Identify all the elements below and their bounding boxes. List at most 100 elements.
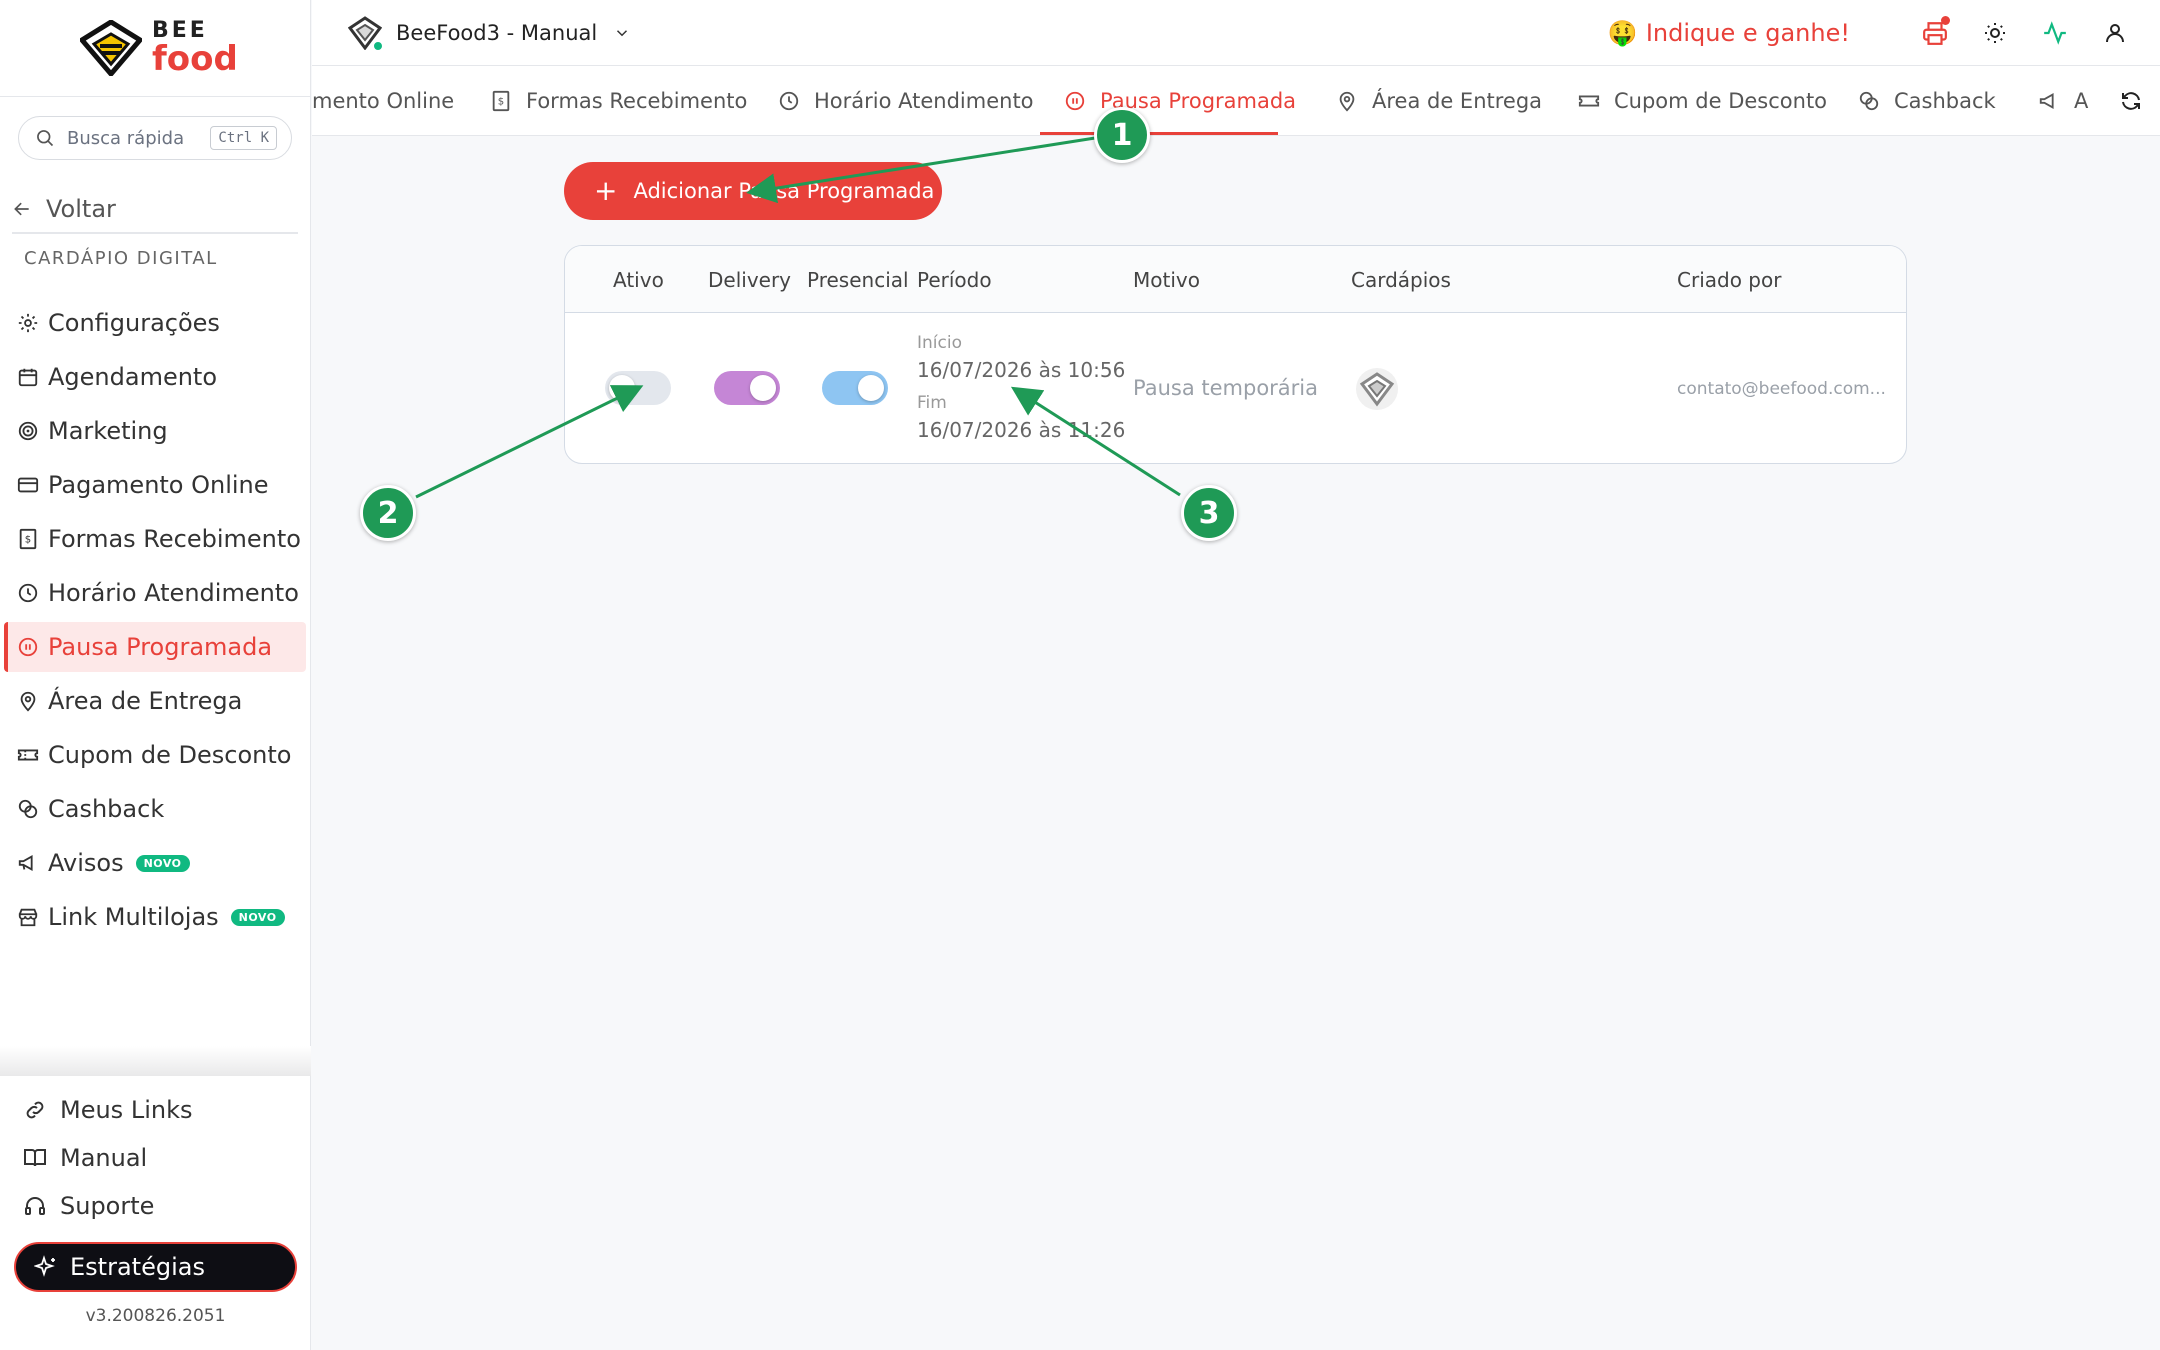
sidebar-item-horario-atendimento[interactable]: Horário Atendimento [4,568,306,618]
tab-label: mento Online [312,89,455,113]
tab-label: Cashback [1894,89,1996,113]
sidebar-item-marketing[interactable]: Marketing [4,406,306,456]
divider [0,96,311,97]
map-pin-icon [16,689,40,713]
column-criado-por: Criado por [1677,268,1782,292]
store-icon [16,905,40,929]
sidebar-item-configuracoes[interactable]: Configurações [4,298,306,348]
tab-label: Área de Entrega [1372,89,1543,113]
suporte-link[interactable]: Suporte [22,1182,292,1230]
back-button[interactable]: Voltar [12,186,298,234]
tab-label: Horário Atendimento [814,89,1034,113]
sun-icon [1985,23,2005,43]
credit-card-icon [16,473,40,497]
bee-logo-icon [80,20,142,76]
criado-por-email: contato@beefood.com... [1677,379,1886,399]
sidebar-item-pagamento-online[interactable]: Pagamento Online [4,460,306,510]
sidebar-item-label: Área de Entrega [48,687,243,715]
link-icon [22,1098,48,1122]
toggle-knob [858,375,884,401]
pause-circle-icon [1064,90,1086,112]
fim-label: Fim [917,393,947,413]
receipt-icon: $ [16,527,40,551]
tab-avisos[interactable]: A [2038,66,2088,135]
coins-icon [16,797,40,821]
beefood-logo[interactable]: BEE food [80,18,238,78]
store-name: BeeFood3 - Manual [396,21,598,45]
table-header: Ativo Delivery Presencial Período Motivo… [565,246,1906,313]
activity-button[interactable] [2040,18,2070,48]
manual-link[interactable]: Manual [22,1134,292,1182]
search-icon [37,130,54,147]
ativo-toggle[interactable] [605,371,671,405]
manual-label: Manual [60,1144,148,1172]
delivery-toggle[interactable] [714,371,780,405]
pause-circle-icon [16,635,40,659]
add-button-label: Adicionar Pausa Programada [633,179,935,203]
presencial-toggle[interactable] [822,371,888,405]
estrategias-label: Estratégias [70,1253,205,1281]
ticket-icon [1578,90,1600,112]
toggle-knob [609,375,635,401]
sidebar-item-cupom-desconto[interactable]: Cupom de Desconto [4,730,306,780]
sidebar-item-label: Marketing [48,417,168,445]
quick-search[interactable]: Busca rápida Ctrl K [18,116,292,160]
annotation-marker-1: 1 [1094,107,1150,163]
tab-horario-atendimento[interactable]: Horário Atendimento [778,66,1034,135]
calendar-icon [16,365,40,389]
column-ativo: Ativo [613,268,664,292]
scheduled-pauses-table: Ativo Delivery Presencial Período Motivo… [564,245,1907,464]
version-text: v3.200826.2051 [85,1306,226,1326]
sidebar: BEE food Busca rápida Ctrl K Voltar CARD… [0,0,311,1350]
user-button[interactable] [2100,18,2130,48]
sidebar-item-label: Formas Recebimento [48,525,301,553]
tab-label: Formas Recebimento [526,89,748,113]
bottom-links: Meus Links Manual Suporte [22,1086,292,1230]
sidebar-item-label: Pausa Programada [48,633,273,661]
tab-pagamento-online[interactable]: mento Online [312,66,455,135]
sidebar-item-formas-recebimento[interactable]: $ Formas Recebimento [4,514,306,564]
store-selector[interactable]: BeeFood3 - Manual [347,14,631,52]
tab-formas-recebimento[interactable]: $ Formas Recebimento [490,66,748,135]
refresh-icon [2122,92,2140,110]
estrategias-button[interactable]: Estratégias [14,1242,297,1292]
tab-cupom-desconto[interactable]: Cupom de Desconto [1578,66,1828,135]
divider [0,1046,311,1076]
tab-label: Cupom de Desconto [1614,89,1828,113]
suporte-label: Suporte [60,1192,155,1220]
svg-text:$: $ [498,97,504,108]
sidebar-item-cashback[interactable]: Cashback [4,784,306,834]
sidebar-item-pausa-programada[interactable]: Pausa Programada [4,622,306,672]
meus-links-link[interactable]: Meus Links [22,1086,292,1134]
theme-toggle-button[interactable] [1980,18,2010,48]
new-badge: NOVO [230,908,285,926]
sidebar-item-area-entrega[interactable]: Área de Entrega [4,676,306,726]
map-pin-icon [1336,90,1358,112]
toggle-knob [750,375,776,401]
shortcut-hint: Ctrl K [210,126,277,150]
sparkles-icon [34,1255,55,1277]
book-icon [22,1146,48,1170]
annotation-marker-2: 2 [360,485,416,541]
column-presencial: Presencial [807,268,909,292]
active-tab-indicator [1040,132,1278,135]
sidebar-item-label: Agendamento [48,363,218,391]
section-title: CARDÁPIO DIGITAL [24,248,218,269]
tab-area-entrega[interactable]: Área de Entrega [1336,66,1543,135]
tab-cashback[interactable]: Cashback [1858,66,1996,135]
add-scheduled-pause-button[interactable]: + Adicionar Pausa Programada [564,162,942,220]
printer-button[interactable] [1920,16,1950,48]
sidebar-item-agendamento[interactable]: Agendamento [4,352,306,402]
megaphone-icon [2038,90,2060,112]
indique-link[interactable]: 🤑 Indique e ganhe! [1608,19,1850,47]
settings-tabs: mento Online $ Formas Recebimento Horári… [312,66,2160,136]
sidebar-item-avisos[interactable]: Avisos NOVO [4,838,306,888]
svg-text:$: $ [25,535,31,546]
sidebar-item-label: Cashback [48,795,165,823]
refresh-button[interactable] [2116,86,2146,116]
search-placeholder: Busca rápida [67,127,185,149]
ticket-icon [16,743,40,767]
sidebar-item-link-multilojas[interactable]: Link Multilojas NOVO [4,892,306,942]
notification-dot [1941,16,1950,25]
column-motivo: Motivo [1133,268,1200,292]
